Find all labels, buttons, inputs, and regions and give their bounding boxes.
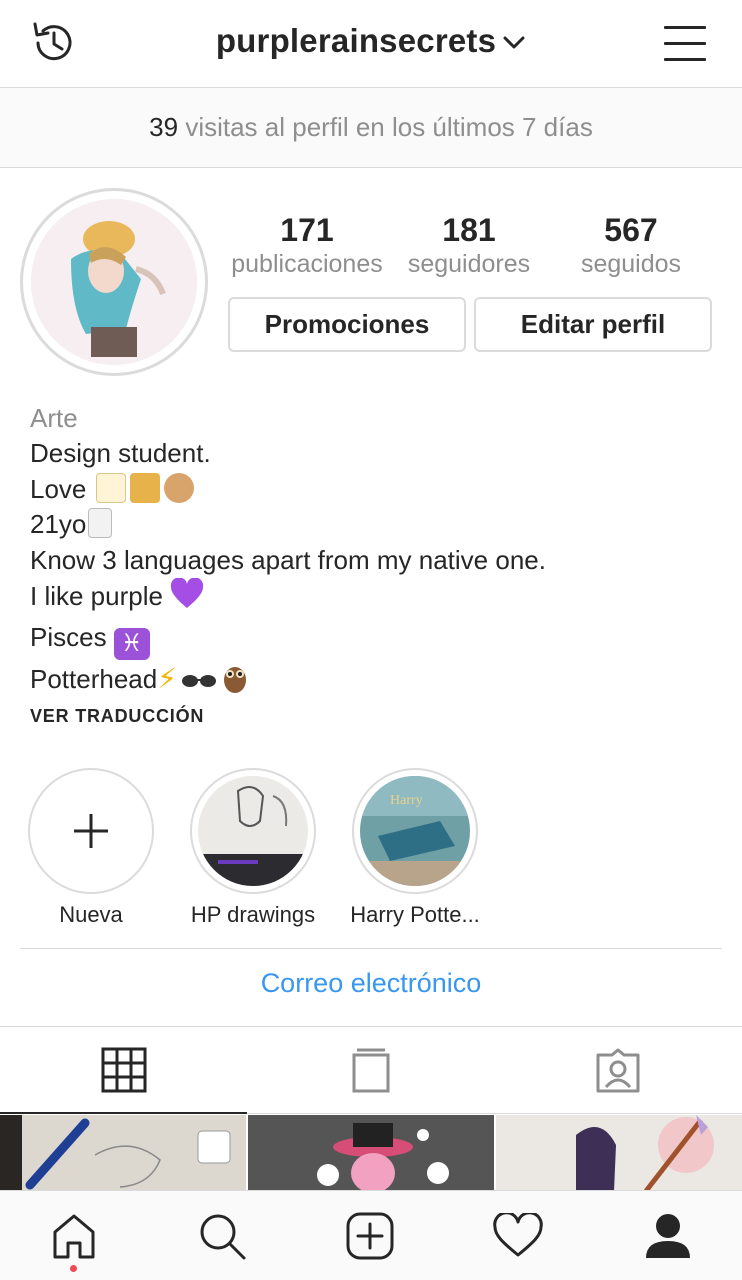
bottom-navigation <box>0 1190 742 1280</box>
posts-count: 171 <box>280 212 334 248</box>
edit-profile-button[interactable]: Editar perfil <box>474 297 712 352</box>
notebook-emoji-icon <box>129 472 160 503</box>
igtv-icon <box>352 1048 389 1092</box>
profile-icon[interactable] <box>638 1209 698 1263</box>
pisces-emoji-icon: ♓ <box>113 627 150 660</box>
profile-bio: Arte Design student. Love 21yo Know 3 la… <box>30 400 720 704</box>
bio-line: I like purple <box>30 577 720 620</box>
stat-followers[interactable]: 181 seguidores <box>392 212 546 280</box>
following-count: 567 <box>604 212 658 248</box>
home-icon[interactable] <box>44 1209 104 1263</box>
tagged-icon <box>596 1048 639 1092</box>
username-switcher[interactable]: purplerainsecrets <box>0 22 742 62</box>
tab-grid[interactable] <box>0 1027 247 1114</box>
bio-category: Arte <box>30 403 78 433</box>
bio-line: Pisces ♓ <box>30 620 720 660</box>
highlight-image <box>198 776 308 886</box>
visits-count: 39 <box>149 112 179 142</box>
add-post-icon[interactable] <box>340 1209 400 1263</box>
bio-line: Potterhead⚡ <box>30 660 720 704</box>
see-translation-link[interactable]: VER TRADUCCIÓN <box>30 706 204 727</box>
divider <box>20 948 722 949</box>
highlight-harry-potter[interactable]: Harry Harry Potte... <box>350 768 480 928</box>
top-header: purplerainsecrets <box>0 0 742 88</box>
palette-emoji-icon <box>163 472 194 503</box>
search-icon[interactable] <box>192 1209 252 1263</box>
heart-icon[interactable] <box>488 1209 548 1263</box>
bio-line: Design student. <box>30 438 211 468</box>
email-contact-button[interactable]: Correo electrónico <box>0 968 742 999</box>
profile-avatar[interactable] <box>20 188 208 376</box>
posts-grid <box>0 1115 742 1191</box>
followers-label: seguidores <box>407 250 531 278</box>
profile-visits-banner[interactable]: 39 visitas al perfil en los últimos 7 dí… <box>0 88 742 168</box>
tab-igtv[interactable] <box>247 1027 494 1114</box>
post-thumbnail[interactable] <box>496 1115 742 1191</box>
glasses-emoji-icon <box>181 664 217 700</box>
joker-card-emoji-icon <box>88 508 113 539</box>
posts-label: publicaciones <box>231 250 383 278</box>
notification-dot <box>70 1265 77 1272</box>
followers-count: 181 <box>442 212 496 248</box>
svg-text:Harry: Harry <box>390 793 423 808</box>
hamburger-menu-icon[interactable] <box>664 24 708 64</box>
bio-line: Love <box>30 472 720 508</box>
tab-tagged[interactable] <box>494 1027 741 1114</box>
promotions-button[interactable]: Promociones <box>228 297 466 352</box>
purple-heart-emoji-icon <box>170 577 204 620</box>
post-thumbnail[interactable] <box>248 1115 494 1191</box>
highlight-image: Harry <box>360 776 470 886</box>
highlight-label: Harry Potte... <box>350 902 480 927</box>
highlight-label: HP drawings <box>190 902 316 927</box>
plus-icon <box>74 814 108 848</box>
chevron-down-icon <box>502 21 526 59</box>
profile-tabs <box>0 1026 742 1114</box>
avatar-image <box>31 199 197 365</box>
highlight-new-ring <box>28 768 154 894</box>
owl-emoji-icon <box>221 660 249 704</box>
grid-icon <box>101 1047 146 1092</box>
lightning-emoji-icon: ⚡ <box>157 662 177 694</box>
highlight-ring <box>190 768 316 894</box>
highlight-ring: Harry <box>352 768 478 894</box>
visits-text: visitas al perfil en los últimos 7 días <box>178 112 593 142</box>
bio-line: 21yo <box>30 507 720 543</box>
highlight-label: Nueva <box>59 902 123 927</box>
memo-emoji-icon <box>95 472 126 503</box>
bio-line: Know 3 languages apart from my native on… <box>30 544 546 575</box>
highlight-hp-drawings[interactable]: HP drawings <box>188 768 318 928</box>
username-title: purplerainsecrets <box>215 22 497 59</box>
stat-following[interactable]: 567 seguidos <box>556 212 706 280</box>
highlight-new[interactable]: Nueva <box>26 768 156 928</box>
post-thumbnail[interactable] <box>0 1115 246 1191</box>
following-label: seguidos <box>580 250 682 278</box>
stat-posts[interactable]: 171 publicaciones <box>228 212 386 280</box>
